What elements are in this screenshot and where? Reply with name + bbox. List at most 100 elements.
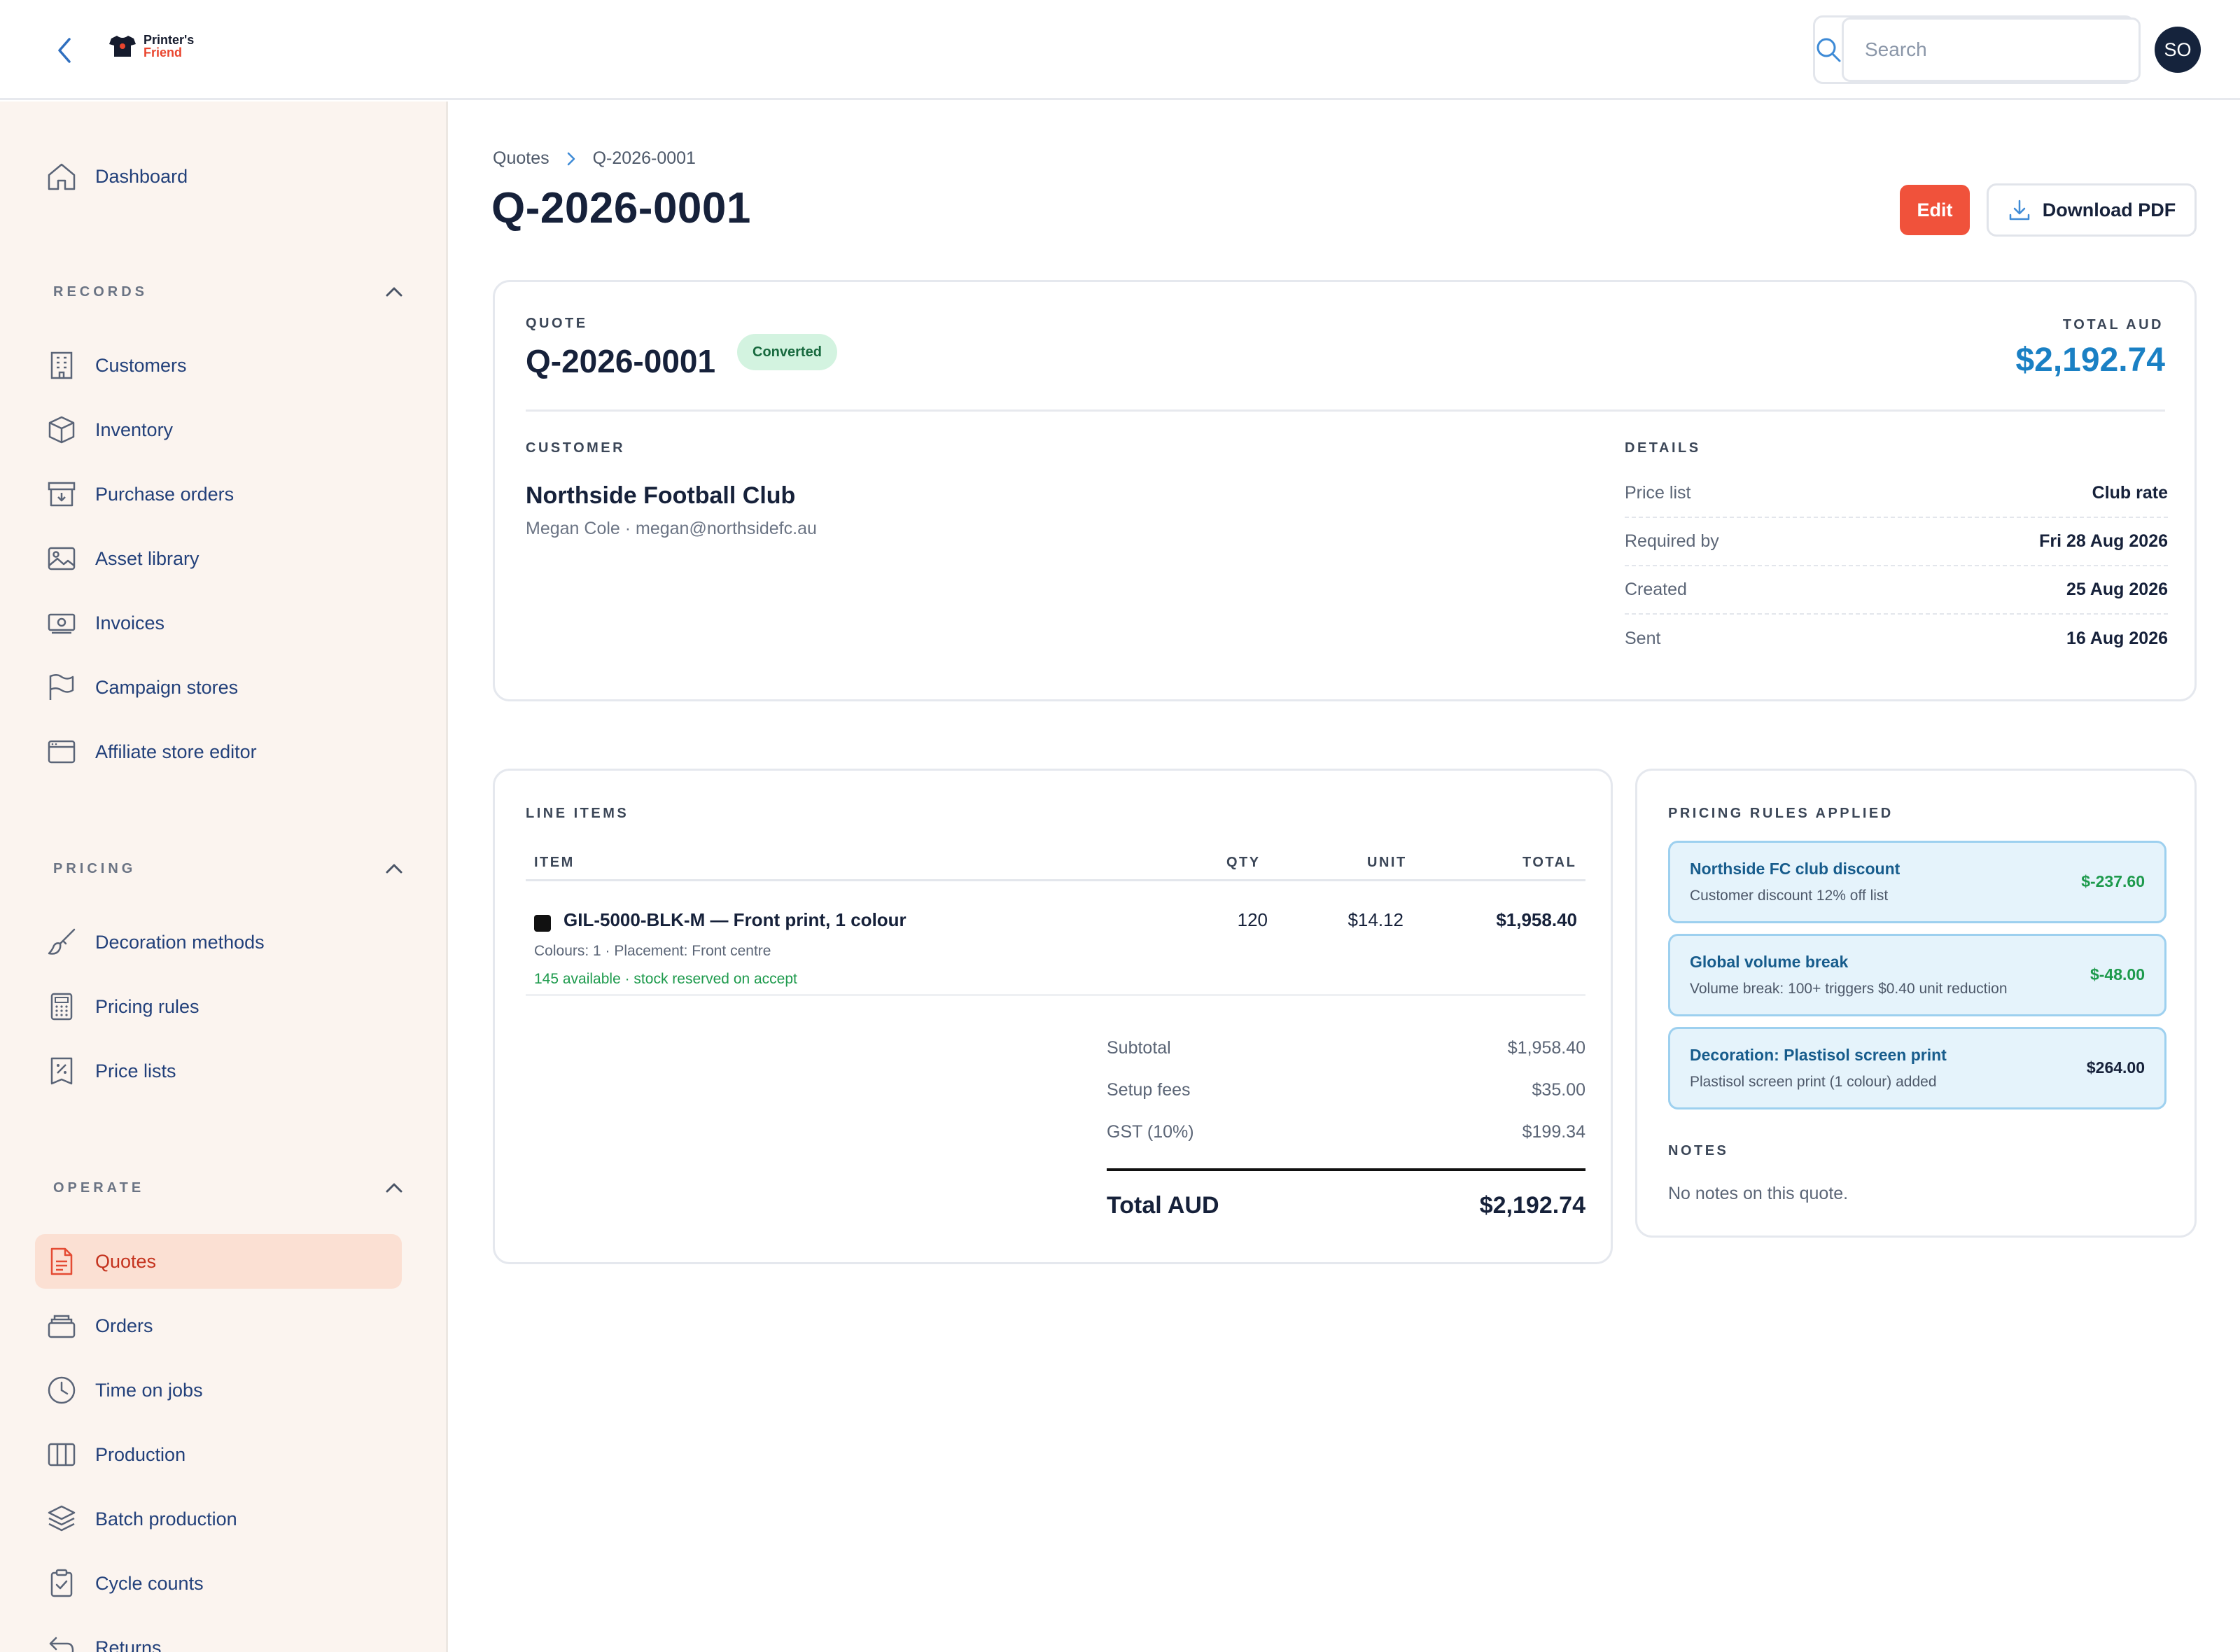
summary-key: Setup fees bbox=[1107, 1079, 1191, 1100]
edit-button[interactable]: Edit bbox=[1900, 185, 1970, 235]
breadcrumb-current: Q-2026-0001 bbox=[592, 148, 696, 168]
sidebar-item-label: Production bbox=[95, 1443, 186, 1465]
tshirt-logo-icon bbox=[109, 36, 136, 57]
total-aud-label: TOTAL AUD bbox=[2062, 317, 2164, 332]
summary-total-value: $2,192.74 bbox=[1479, 1191, 1586, 1219]
sidebar-item-affiliate-store-editor[interactable]: Affiliate store editor bbox=[35, 724, 402, 779]
sidebar-item-production[interactable]: Production bbox=[35, 1427, 402, 1482]
logo-line-1: Printer's bbox=[144, 33, 195, 47]
summary-row-subtotal: Subtotal $1,958.40 bbox=[1107, 1027, 1586, 1069]
page-title: Q-2026-0001 bbox=[491, 184, 751, 232]
summary-total-row: Total AUD $2,192.74 bbox=[1107, 1168, 1586, 1240]
rule-amount: $-48.00 bbox=[2090, 965, 2145, 983]
sidebar-item-price-lists[interactable]: Price lists bbox=[35, 1044, 402, 1098]
notes-text: No notes on this quote. bbox=[1668, 1184, 1849, 1203]
rule-description: Volume break: 100+ triggers $0.40 unit r… bbox=[1690, 981, 2008, 997]
divider bbox=[526, 410, 2165, 412]
sidebar: Dashboard RECORDS Customers Inventory Pu… bbox=[0, 102, 448, 1652]
top-bar: Printer's Friend SO bbox=[0, 0, 2240, 100]
columns-icon bbox=[46, 1439, 77, 1470]
search-icon[interactable] bbox=[1815, 18, 1842, 82]
sidebar-item-purchase-orders[interactable]: Purchase orders bbox=[35, 467, 402, 522]
sidebar-item-label: Returns bbox=[95, 1637, 162, 1652]
pricing-rule-item[interactable]: Decoration: Plastisol screen print Plast… bbox=[1668, 1027, 2166, 1110]
sidebar-item-returns[interactable]: Returns bbox=[35, 1620, 402, 1652]
section-operate-toggle[interactable]: OPERATE bbox=[53, 1174, 403, 1202]
line-items-label: LINE ITEMS bbox=[526, 806, 629, 821]
summary-key: GST (10%) bbox=[1107, 1121, 1194, 1142]
sidebar-item-time-on-jobs[interactable]: Time on jobs bbox=[35, 1363, 402, 1418]
chevron-up-icon bbox=[386, 1183, 402, 1193]
summary-total-label: Total AUD bbox=[1107, 1191, 1219, 1219]
customer-label: CUSTOMER bbox=[526, 440, 626, 456]
detail-key: Required by bbox=[1625, 531, 1719, 551]
home-icon bbox=[46, 161, 77, 192]
detail-key: Price list bbox=[1625, 483, 1691, 503]
item-total: $1,958.40 bbox=[1496, 909, 1577, 930]
sidebar-item-decoration-methods[interactable]: Decoration methods bbox=[35, 915, 402, 969]
customer-contact: Megan Cole · megan@northsidefc.au bbox=[526, 519, 817, 538]
detail-row-created: Created 25 Aug 2026 bbox=[1625, 566, 2168, 615]
sidebar-item-quotes[interactable]: Quotes bbox=[35, 1234, 402, 1289]
detail-row-sent: Sent 16 Aug 2026 bbox=[1625, 615, 2168, 663]
customer-name[interactable]: Northside Football Club bbox=[526, 482, 795, 510]
detail-value: Fri 28 Aug 2026 bbox=[2039, 531, 2168, 551]
sidebar-item-label: Invoices bbox=[95, 612, 165, 634]
notes-label: NOTES bbox=[1668, 1143, 1729, 1158]
quote-label: QUOTE bbox=[526, 316, 588, 331]
archive-icon bbox=[46, 479, 77, 510]
column-header-item: ITEM bbox=[534, 855, 575, 870]
layers-icon bbox=[46, 1504, 77, 1534]
sidebar-item-label: Pricing rules bbox=[95, 995, 200, 1017]
detail-value: 16 Aug 2026 bbox=[2066, 629, 2168, 648]
rule-name: Global volume break bbox=[1690, 953, 1849, 971]
rule-name: Northside FC club discount bbox=[1690, 860, 1900, 878]
sidebar-item-invoices[interactable]: Invoices bbox=[35, 596, 402, 650]
pricing-rule-item[interactable]: Global volume break Volume break: 100+ t… bbox=[1668, 934, 2166, 1016]
sidebar-item-label: Batch production bbox=[95, 1508, 237, 1530]
clipboard-check-icon bbox=[46, 1568, 77, 1599]
sidebar-item-orders[interactable]: Orders bbox=[35, 1298, 402, 1353]
item-meta: Colours: 1 · Placement: Front centre bbox=[534, 943, 771, 959]
detail-value: 25 Aug 2026 bbox=[2066, 580, 2168, 599]
chevron-up-icon bbox=[386, 287, 402, 297]
sidebar-item-cycle-counts[interactable]: Cycle counts bbox=[35, 1556, 402, 1611]
document-icon bbox=[46, 1246, 77, 1277]
sidebar-item-asset-library[interactable]: Asset library bbox=[35, 531, 402, 586]
detail-row-price-list: Price list Club rate bbox=[1625, 470, 2168, 518]
receipt-percent-icon bbox=[46, 1056, 77, 1086]
table-row[interactable]: GIL-5000-BLK-M — Front print, 1 colour C… bbox=[526, 884, 1586, 996]
sidebar-item-dashboard[interactable]: Dashboard bbox=[35, 149, 402, 204]
search-input[interactable] bbox=[1842, 18, 2141, 82]
line-items-card: LINE ITEMS ITEM QTY UNIT TOTAL GIL-5000-… bbox=[493, 769, 1613, 1264]
section-records-toggle[interactable]: RECORDS bbox=[53, 278, 403, 306]
sidebar-item-customers[interactable]: Customers bbox=[35, 338, 402, 393]
sidebar-item-label: Cycle counts bbox=[95, 1572, 204, 1594]
sidebar-item-inventory[interactable]: Inventory bbox=[35, 402, 402, 457]
building-icon bbox=[46, 350, 77, 381]
sidebar-item-label: Campaign stores bbox=[95, 676, 239, 698]
sidebar-item-pricing-rules[interactable]: Pricing rules bbox=[35, 979, 402, 1034]
rule-amount: $264.00 bbox=[2086, 1058, 2145, 1077]
breadcrumb-quotes-link[interactable]: Quotes bbox=[493, 148, 550, 169]
paintbrush-icon bbox=[46, 927, 77, 958]
rule-name: Decoration: Plastisol screen print bbox=[1690, 1046, 1947, 1064]
banknote-icon bbox=[46, 608, 77, 638]
summary-row-setup-fees: Setup fees $35.00 bbox=[1107, 1069, 1586, 1111]
sidebar-item-batch-production[interactable]: Batch production bbox=[35, 1492, 402, 1546]
chevron-left-icon bbox=[58, 38, 71, 63]
user-avatar[interactable]: SO bbox=[2155, 27, 2201, 73]
section-pricing-toggle[interactable]: PRICING bbox=[53, 855, 403, 883]
app-logo[interactable]: Printer's Friend bbox=[108, 34, 194, 59]
sidebar-item-label: Price lists bbox=[95, 1060, 176, 1082]
download-pdf-button[interactable]: Download PDF bbox=[1987, 183, 2197, 237]
sidebar-item-campaign-stores[interactable]: Campaign stores bbox=[35, 660, 402, 715]
rule-description: Customer discount 12% off list bbox=[1690, 888, 1889, 904]
pricing-rule-item[interactable]: Northside FC club discount Customer disc… bbox=[1668, 841, 2166, 923]
summary-value: $1,958.40 bbox=[1507, 1037, 1586, 1058]
detail-row-required-by: Required by Fri 28 Aug 2026 bbox=[1625, 518, 2168, 566]
column-header-total: TOTAL bbox=[1522, 855, 1577, 870]
sidebar-item-label: Purchase orders bbox=[95, 483, 234, 505]
back-button[interactable] bbox=[49, 35, 80, 66]
flag-icon bbox=[46, 672, 77, 703]
